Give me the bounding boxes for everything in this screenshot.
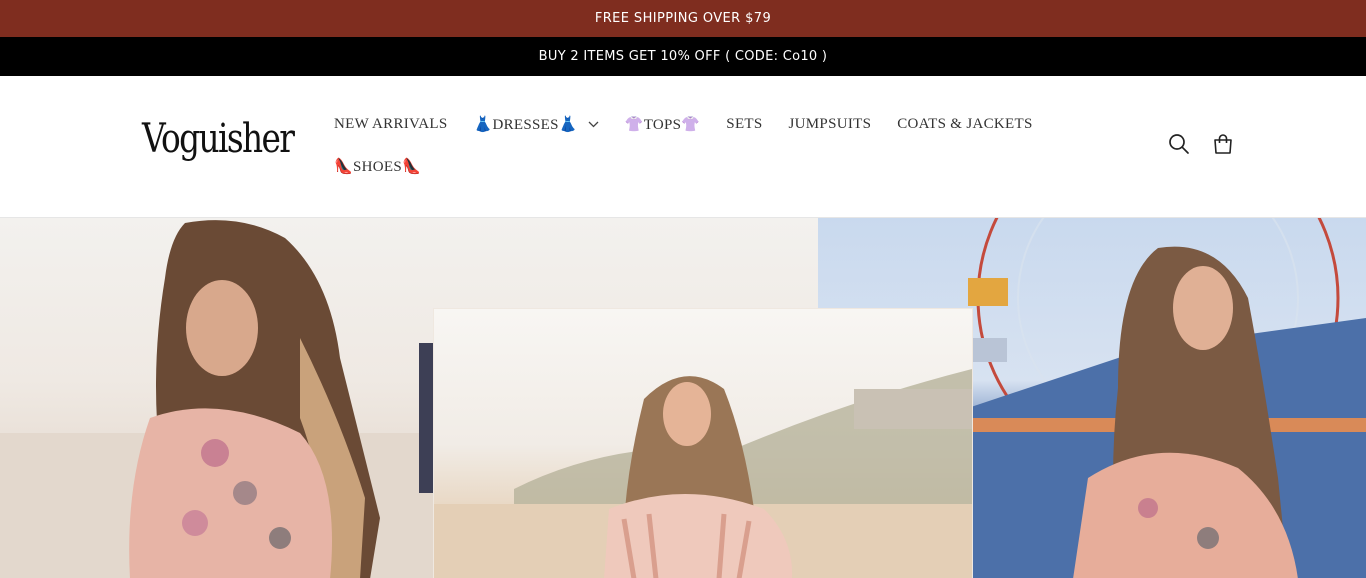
hero-image-center	[434, 309, 972, 578]
announcement-bar-shipping: FREE SHIPPING OVER $79	[0, 0, 1366, 37]
shipping-announcement-text: FREE SHIPPING OVER $79	[594, 11, 772, 26]
site-header: Voguisher NEW ARRIVALS 👗DRESSES👗 👚TOPS👚 …	[0, 76, 1366, 218]
chevron-down-icon	[588, 117, 599, 132]
nav-row-2: 👠SHOES👠	[321, 152, 1081, 180]
nav-item-label: SETS	[726, 115, 763, 132]
cart-icon[interactable]	[1211, 132, 1235, 156]
nav-item-label: 👗DRESSES👗	[473, 116, 578, 133]
nav-item-label: 👚TOPS👚	[624, 116, 701, 133]
nav-item-label: 👠SHOES👠	[334, 158, 421, 175]
nav-item-shoes[interactable]: 👠SHOES👠	[321, 157, 434, 176]
nav-item-label: COATS & JACKETS	[897, 115, 1033, 132]
nav-item-label: NEW ARRIVALS	[334, 115, 448, 132]
nav-item-label: JUMPSUITS	[788, 115, 872, 132]
site-logo[interactable]: Voguisher	[142, 116, 295, 162]
nav-item-coats-jackets[interactable]: COATS & JACKETS	[884, 116, 1045, 133]
hero-banner[interactable]	[0, 218, 1366, 578]
announcement-bar-promo: BUY 2 ITEMS GET 10% OFF ( CODE: Co10 )	[0, 37, 1366, 76]
nav-row-1: NEW ARRIVALS 👗DRESSES👗 👚TOPS👚 SETS JUMPS…	[321, 110, 1081, 138]
nav-item-jumpsuits[interactable]: JUMPSUITS	[776, 116, 885, 133]
nav-item-dresses[interactable]: 👗DRESSES👗	[460, 115, 611, 134]
nav-item-sets[interactable]: SETS	[713, 116, 775, 133]
nav-item-tops[interactable]: 👚TOPS👚	[612, 115, 714, 134]
nav-item-new-arrivals[interactable]: NEW ARRIVALS	[321, 116, 460, 133]
main-nav: NEW ARRIVALS 👗DRESSES👗 👚TOPS👚 SETS JUMPS…	[321, 110, 1081, 194]
search-icon[interactable]	[1167, 132, 1191, 156]
promo-announcement-text: BUY 2 ITEMS GET 10% OFF ( CODE: Co10 )	[538, 49, 828, 64]
